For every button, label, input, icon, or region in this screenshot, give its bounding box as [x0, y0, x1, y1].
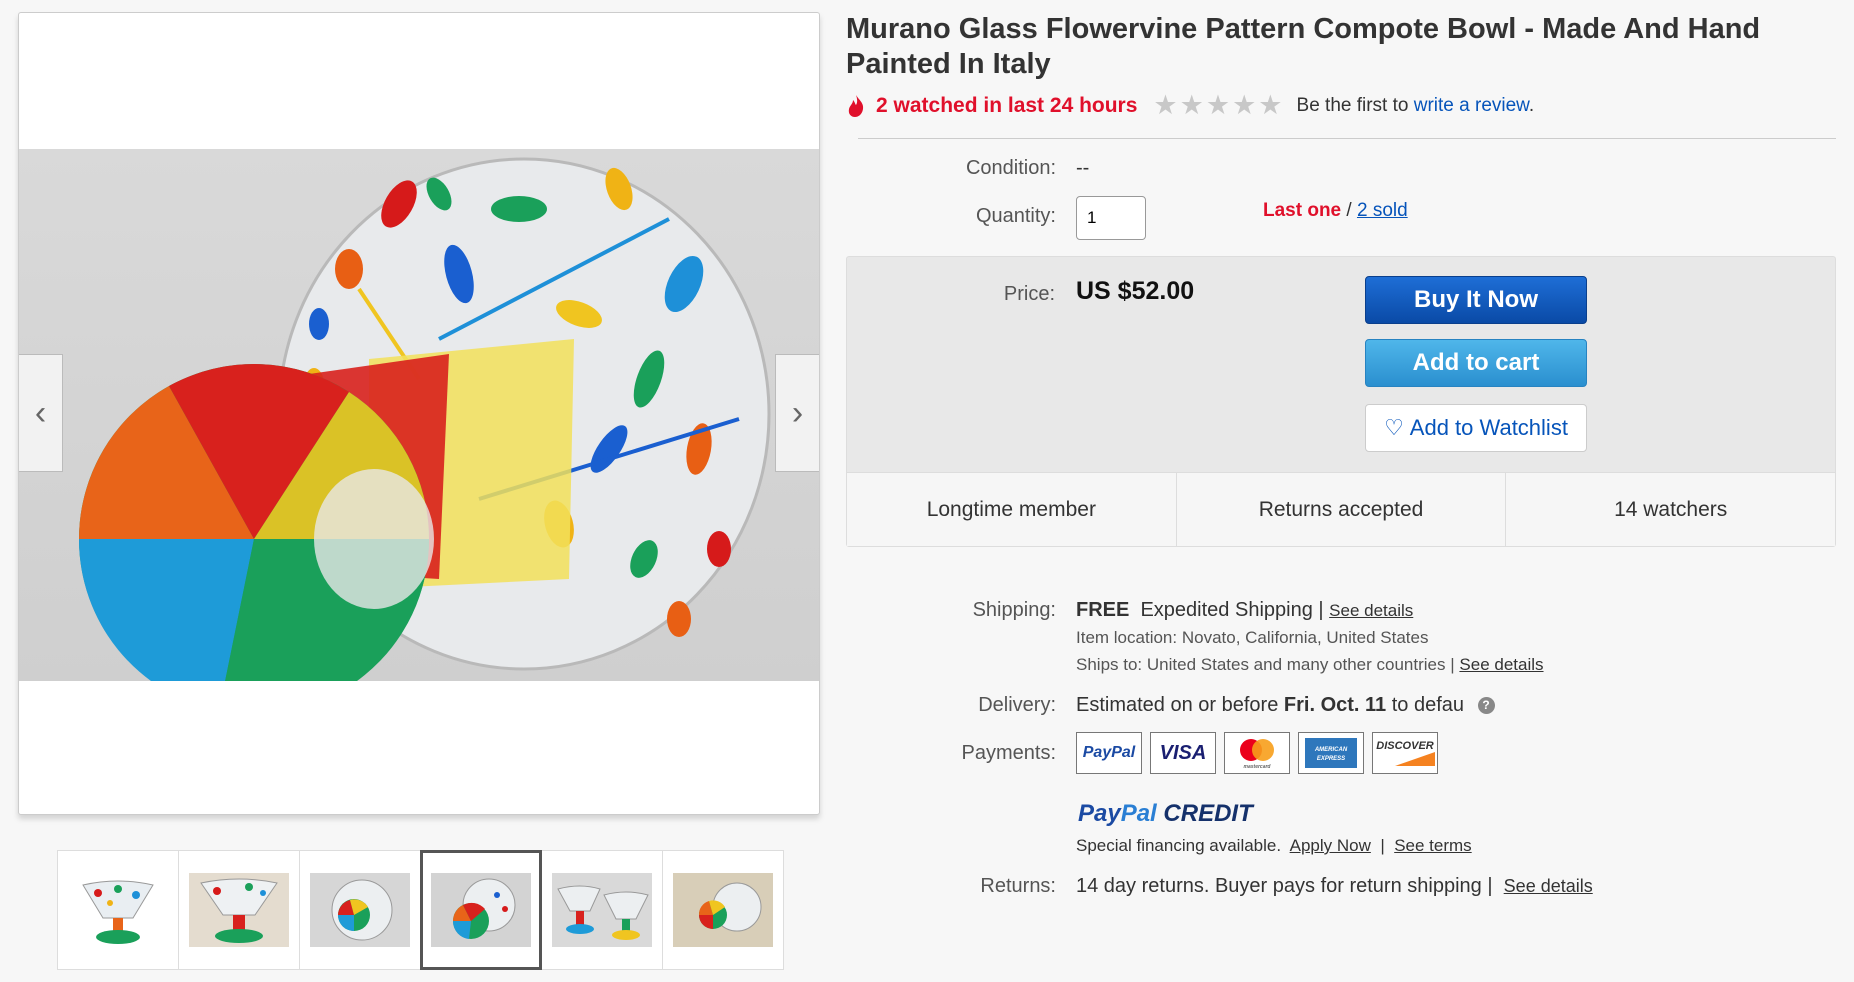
star-icon: ★: [1258, 90, 1283, 120]
thumbnail-5[interactable]: [541, 850, 663, 970]
shipping-method: Expedited Shipping: [1140, 599, 1313, 621]
returns-label: Returns:: [980, 875, 1056, 897]
main-product-image[interactable]: [19, 149, 819, 681]
star-icon: ★: [1153, 90, 1178, 120]
write-review-link[interactable]: write a review: [1414, 95, 1529, 116]
shipping-see-details-link[interactable]: See details: [1329, 601, 1413, 620]
star-icon: ★: [1179, 90, 1204, 120]
thumbnail-6[interactable]: [662, 850, 784, 970]
paypal-credit-logo: PayPal CREDIT: [1078, 800, 1253, 827]
previous-image-button[interactable]: ‹: [19, 354, 63, 472]
shipping-free: FREE: [1076, 599, 1130, 621]
chevron-right-icon: ›: [791, 393, 804, 432]
paypal-icon: PayPal: [1076, 732, 1142, 774]
thumbnail-4-selected[interactable]: [420, 850, 542, 970]
heart-icon: ♡: [1384, 415, 1404, 440]
delivery-date: Fri. Oct. 11: [1283, 694, 1387, 716]
amex-icon: AMERICAN EXPRESS: [1298, 732, 1364, 774]
last-one-text: Last one: [1263, 200, 1342, 221]
add-to-watchlist-label: Add to Watchlist: [1409, 415, 1568, 440]
returns-see-details-link[interactable]: See details: [1504, 876, 1593, 896]
condition-value: --: [1076, 157, 1090, 179]
quantity-input[interactable]: [1076, 196, 1146, 240]
stock-status: Last one / 2 sold: [1263, 200, 1408, 221]
stat-longtime-member: Longtime member: [847, 473, 1177, 546]
shipping-label: Shipping:: [972, 599, 1056, 621]
chevron-left-icon: ‹: [34, 393, 47, 432]
rating-stars[interactable]: ★ ★ ★ ★ ★: [1153, 92, 1284, 119]
star-icon: ★: [1205, 90, 1231, 120]
shipping-value: FREE Expedited Shipping | See details: [1076, 599, 1414, 621]
price-box: Price: US $52.00 Buy It Now Add to cart …: [846, 256, 1836, 547]
divider: [858, 138, 1836, 139]
review-prompt: Be the first to write a review.: [1296, 94, 1535, 116]
thumbnail-2[interactable]: [178, 850, 300, 970]
item-title: Murano Glass Flowervine Pattern Compote …: [846, 13, 1761, 80]
next-image-button[interactable]: ›: [775, 354, 819, 472]
thumbnail-1[interactable]: [57, 850, 179, 970]
star-icon: ★: [1232, 90, 1257, 120]
visa-icon: VISA: [1150, 732, 1216, 774]
delivery-label: Delivery:: [978, 694, 1056, 716]
thumbnail-3[interactable]: [299, 850, 421, 970]
watch-row: 2 watched in last 24 hours ★ ★ ★ ★ ★ Be …: [846, 92, 1534, 119]
watched-count-text: 2 watched in last 24 hours: [876, 93, 1138, 117]
sold-count-link[interactable]: 2 sold: [1357, 200, 1408, 221]
see-terms-link[interactable]: See terms: [1394, 836, 1471, 855]
mastercard-icon: mastercard: [1224, 732, 1290, 774]
ships-to: Ships to: United States and many other c…: [1076, 655, 1544, 674]
help-icon[interactable]: ?: [1477, 697, 1495, 715]
ships-to-see-details-link[interactable]: See details: [1459, 655, 1543, 674]
add-to-watchlist-button[interactable]: ♡ Add to Watchlist: [1365, 404, 1587, 452]
financing-row: Special financing available. Apply Now |…: [1076, 836, 1472, 855]
discover-icon: DISCOVER: [1372, 732, 1438, 774]
buy-it-now-button[interactable]: Buy It Now: [1365, 276, 1587, 324]
stat-returns-accepted: Returns accepted: [1177, 473, 1507, 546]
thumbnail-strip: [57, 850, 784, 970]
payments-label: Payments:: [961, 742, 1056, 764]
price-label: Price:: [1003, 283, 1055, 305]
returns-value: 14 day returns. Buyer pays for return sh…: [1076, 875, 1593, 897]
condition-label: Condition:: [965, 157, 1056, 179]
image-viewer: ‹ ›: [18, 12, 820, 815]
price-value: US $52.00: [1076, 277, 1195, 305]
seller-stats: Longtime member Returns accepted 14 watc…: [847, 472, 1835, 546]
add-to-cart-button[interactable]: Add to cart: [1365, 339, 1587, 387]
apply-now-link[interactable]: Apply Now: [1290, 836, 1371, 855]
item-location: Item location: Novato, California, Unite…: [1076, 628, 1429, 647]
stat-watchers: 14 watchers: [1614, 497, 1728, 521]
svg-text:mastercard: mastercard: [1244, 764, 1272, 770]
flame-icon: [848, 94, 864, 117]
svg-text:AMERICAN: AMERICAN: [1314, 747, 1348, 753]
delivery-value: Estimated on or before Fri. Oct. 11 to d…: [1076, 694, 1495, 717]
quantity-label: Quantity:: [975, 205, 1056, 227]
svg-text:EXPRESS: EXPRESS: [1317, 756, 1345, 762]
payment-methods: PayPal VISA mastercard AMERICAN EXPRESS D…: [1076, 732, 1446, 774]
